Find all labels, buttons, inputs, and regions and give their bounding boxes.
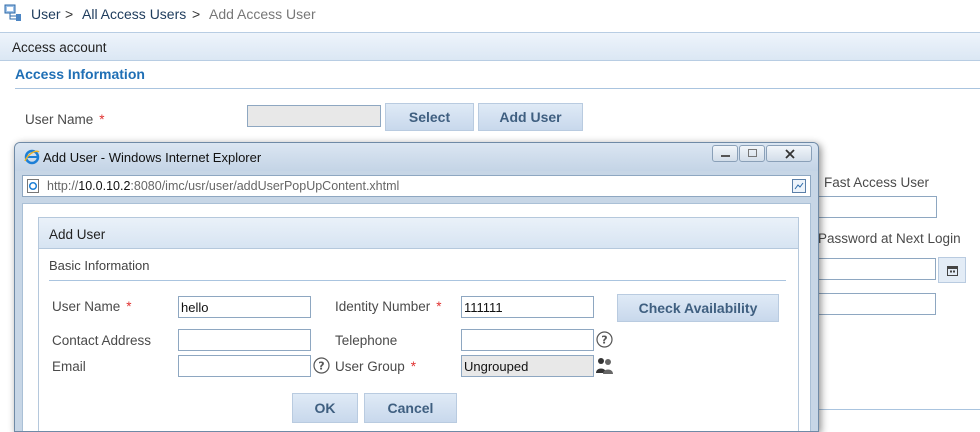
url-text: http://10.0.10.2:8080/imc/usr/user/addUs… [47, 179, 400, 193]
user-group-label: User Group * [335, 359, 417, 374]
identity-number-input[interactable] [461, 296, 594, 318]
cancel-button[interactable]: Cancel [364, 393, 457, 423]
panel-header: Access account [0, 33, 980, 61]
dialog-section-divider [49, 280, 786, 281]
section-title: Access Information [15, 66, 145, 82]
section-divider [15, 88, 980, 89]
basic-information-title: Basic Information [49, 258, 150, 273]
maximize-icon [748, 149, 757, 157]
password-next-login-label: Password at Next Login [818, 231, 961, 246]
dialog-header: Add User [39, 218, 798, 249]
ok-button[interactable]: OK [292, 393, 358, 423]
breadcrumb-all-users-link[interactable]: All Access Users [82, 6, 186, 22]
svg-text:?: ? [318, 360, 324, 373]
dialog-title: Add User [49, 227, 106, 242]
check-availability-button[interactable]: Check Availability [617, 294, 779, 322]
telephone-label: Telephone [335, 333, 398, 348]
fast-access-user-label: Fast Access User [824, 175, 930, 190]
window-title: Add User - Windows Internet Explorer [43, 150, 262, 165]
identity-number-label: Identity Number * [335, 299, 442, 314]
breadcrumb: User > All Access Users > Add Access Use… [0, 0, 980, 28]
popup-content: Add User Basic Information User Name* Id… [22, 203, 811, 431]
user-tree-icon [4, 4, 21, 21]
page-icon [27, 179, 39, 193]
select-button[interactable]: Select [385, 103, 474, 131]
panel-title: Access account [12, 40, 107, 55]
email-input[interactable] [178, 355, 311, 377]
help-icon[interactable]: ? [313, 357, 330, 374]
email-label: Email [52, 359, 86, 374]
popup-user-name-label: User Name * [52, 299, 132, 314]
minimize-icon [721, 155, 730, 157]
address-bar[interactable]: http://10.0.10.2:8080/imc/usr/user/addUs… [22, 175, 811, 197]
contact-address-input[interactable] [178, 329, 311, 351]
ie-logo-icon [24, 149, 40, 165]
compatibility-view-icon[interactable] [792, 179, 806, 193]
breadcrumb-user-link[interactable]: User [31, 6, 61, 22]
user-name-field[interactable] [247, 105, 381, 127]
popup-titlebar[interactable]: Add User - Windows Internet Explorer [15, 143, 818, 171]
help-icon[interactable]: ? [596, 331, 613, 348]
minimize-button[interactable] [712, 145, 738, 162]
breadcrumb-current: Add Access User [209, 6, 316, 22]
popup-user-name-input[interactable] [178, 296, 311, 318]
calendar-button[interactable] [938, 257, 966, 283]
user-group-input[interactable] [461, 355, 594, 377]
breadcrumb-separator: > [192, 6, 201, 22]
svg-text:?: ? [601, 334, 607, 347]
close-button[interactable] [766, 145, 812, 162]
maximize-button[interactable] [739, 145, 765, 162]
contact-address-label: Contact Address [52, 333, 152, 348]
fast-access-field[interactable] [812, 196, 937, 218]
calendar-icon [947, 266, 958, 276]
date-field[interactable] [812, 258, 936, 280]
extra-field[interactable] [812, 293, 936, 315]
user-group-picker-icon[interactable] [595, 357, 614, 375]
user-name-label: User Name * [25, 112, 105, 127]
add-user-button[interactable]: Add User [478, 103, 583, 131]
bottom-divider [812, 409, 980, 410]
telephone-input[interactable] [461, 329, 594, 351]
add-user-dialog: Add User Basic Information User Name* Id… [38, 217, 799, 431]
add-user-popup-window: Add User - Windows Internet Explorer htt… [14, 142, 819, 432]
close-icon [785, 149, 795, 159]
breadcrumb-separator: > [65, 6, 74, 22]
